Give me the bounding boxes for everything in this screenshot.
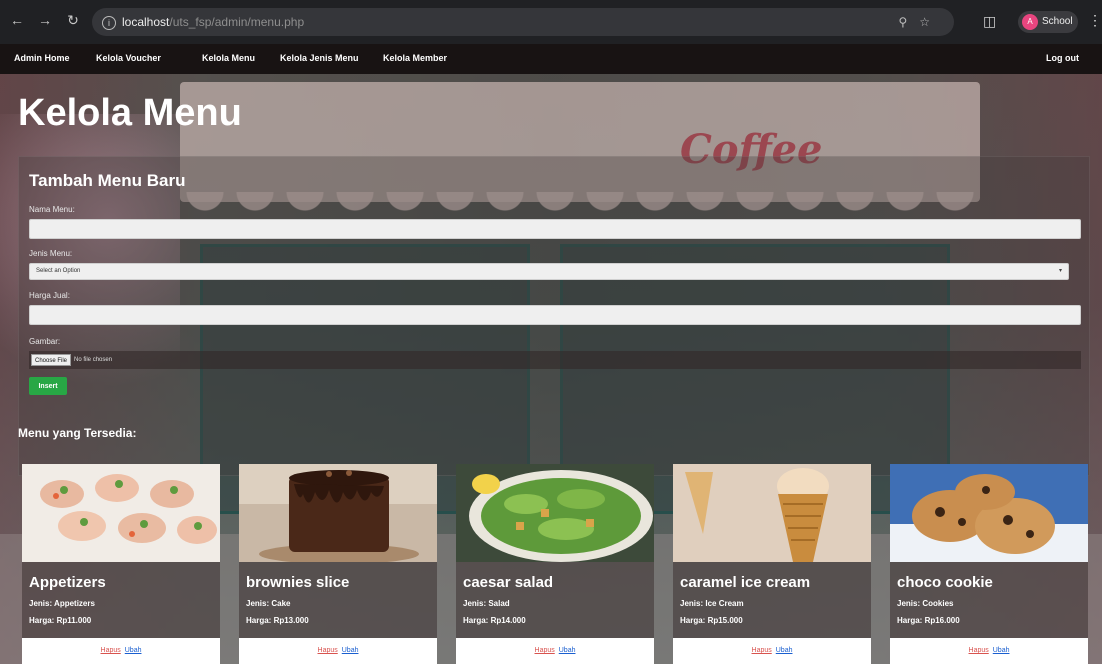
menu-card-list: Appetizers Jenis: Appetizers Harga: Rp11… <box>22 464 1090 664</box>
menu-image-brownies-slice <box>239 464 437 562</box>
page-title: Kelola Menu <box>18 92 242 134</box>
menu-image-choco-cookie <box>890 464 1088 562</box>
menu-card-actions: Hapus Ubah <box>456 638 654 664</box>
menu-name: caesar salad <box>463 574 554 591</box>
menu-card-actions: Hapus Ubah <box>890 638 1088 664</box>
menu-card-actions: Hapus Ubah <box>673 638 871 664</box>
menu-jenis: Jenis: Cake <box>246 599 291 608</box>
ubah-link[interactable]: Ubah <box>559 647 576 654</box>
harga-jual-label: Harga Jual: <box>29 291 70 300</box>
nav-admin-home[interactable]: Admin Home <box>14 53 70 63</box>
gambar-file-input[interactable]: Choose File No file chosen <box>29 351 1081 369</box>
menu-image-caesar-salad <box>456 464 654 562</box>
back-icon[interactable]: ← <box>10 12 24 29</box>
browser-nav-buttons: ← → ↻ <box>10 12 80 29</box>
chevron-down-icon: ▾ <box>1058 268 1062 274</box>
menu-card-actions: Hapus Ubah <box>22 638 220 664</box>
add-menu-form: Tambah Menu Baru Nama Menu: Jenis Menu: … <box>18 156 1090 476</box>
nama-menu-input[interactable] <box>29 219 1081 239</box>
menu-jenis: Jenis: Salad <box>463 599 510 608</box>
insert-button[interactable]: Insert <box>29 377 67 395</box>
nama-menu-label: Nama Menu: <box>29 205 75 214</box>
menu-card: choco cookie Jenis: Cookies Harga: Rp16.… <box>890 464 1088 664</box>
ubah-link[interactable]: Ubah <box>125 647 142 654</box>
nav-kelola-jenis-menu[interactable]: Kelola Jenis Menu <box>280 53 359 63</box>
choose-file-button[interactable]: Choose File <box>31 354 72 366</box>
url-path: /uts_fsp/admin/menu.php <box>169 15 305 29</box>
extensions-icon[interactable]: ◫ <box>983 13 996 30</box>
menu-harga: Harga: Rp16.000 <box>897 616 960 625</box>
harga-jual-input[interactable] <box>29 305 1081 325</box>
reload-icon[interactable]: ↻ <box>66 12 80 29</box>
menu-harga: Harga: Rp13.000 <box>246 616 309 625</box>
browser-toolbar: ← → ↻ i localhost/uts_fsp/admin/menu.php … <box>0 0 1102 44</box>
profile-name: School <box>1042 16 1073 27</box>
browser-menu-icon[interactable]: ⋮ <box>1088 12 1102 29</box>
jenis-menu-selected: Select an Option <box>36 268 81 274</box>
ubah-link[interactable]: Ubah <box>993 647 1010 654</box>
menu-card: Appetizers Jenis: Appetizers Harga: Rp11… <box>22 464 220 664</box>
menu-name: Appetizers <box>29 574 106 591</box>
ubah-link[interactable]: Ubah <box>776 647 793 654</box>
hapus-link[interactable]: Hapus <box>535 647 555 654</box>
nav-kelola-voucher[interactable]: Kelola Voucher <box>96 53 161 63</box>
menu-card: caesar salad Jenis: Salad Harga: Rp14.00… <box>456 464 654 664</box>
admin-navbar: Admin Home Kelola Voucher Kelola Menu Ke… <box>0 44 1102 74</box>
profile-button[interactable]: A School <box>1018 11 1078 33</box>
site-info-icon[interactable]: i <box>102 15 116 30</box>
gambar-label: Gambar: <box>29 337 61 346</box>
page-content: Coffee Kelola Menu Tambah Menu Baru Nama… <box>0 74 1102 664</box>
menu-harga: Harga: Rp14.000 <box>463 616 526 625</box>
menu-harga: Harga: Rp11.000 <box>29 616 92 625</box>
url-host: localhost <box>122 15 170 29</box>
menu-card-actions: Hapus Ubah <box>239 638 437 664</box>
hapus-link[interactable]: Hapus <box>752 647 772 654</box>
menu-jenis: Jenis: Ice Cream <box>680 599 744 608</box>
jenis-menu-label: Jenis Menu: <box>29 249 73 258</box>
menu-image-appetizers <box>22 464 220 562</box>
hapus-link[interactable]: Hapus <box>318 647 338 654</box>
menu-card: brownies slice Jenis: Cake Harga: Rp13.0… <box>239 464 437 664</box>
hapus-link[interactable]: Hapus <box>101 647 121 654</box>
forward-icon[interactable]: → <box>38 12 52 29</box>
form-heading: Tambah Menu Baru <box>29 171 186 190</box>
menu-name: caramel ice cream <box>680 574 811 591</box>
menu-jenis: Jenis: Cookies <box>897 599 954 608</box>
jenis-menu-select[interactable]: Select an Option ▾ <box>29 263 1069 280</box>
omnibox-actions: ⚲☆ <box>898 8 942 36</box>
ubah-link[interactable]: Ubah <box>342 647 359 654</box>
logout-link[interactable]: Log out <box>1046 53 1079 63</box>
file-status: No file chosen <box>74 357 113 363</box>
menu-image-caramel-ice-cream <box>673 464 871 562</box>
menu-name: brownies slice <box>246 574 350 591</box>
nav-kelola-menu[interactable]: Kelola Menu <box>202 53 255 63</box>
menu-card: caramel ice cream Jenis: Ice Cream Harga… <box>673 464 871 664</box>
nav-kelola-member[interactable]: Kelola Member <box>383 53 447 63</box>
zoom-icon[interactable]: ⚲ <box>898 15 919 29</box>
avatar: A <box>1022 14 1038 30</box>
hapus-link[interactable]: Hapus <box>969 647 989 654</box>
menu-list-heading: Menu yang Tersedia: <box>18 426 137 440</box>
menu-jenis: Jenis: Appetizers <box>29 599 95 608</box>
menu-harga: Harga: Rp15.000 <box>680 616 743 625</box>
bookmark-star-icon[interactable]: ☆ <box>919 15 942 29</box>
menu-name: choco cookie <box>897 574 993 591</box>
address-bar[interactable]: i localhost/uts_fsp/admin/menu.php ⚲☆ <box>92 8 954 36</box>
